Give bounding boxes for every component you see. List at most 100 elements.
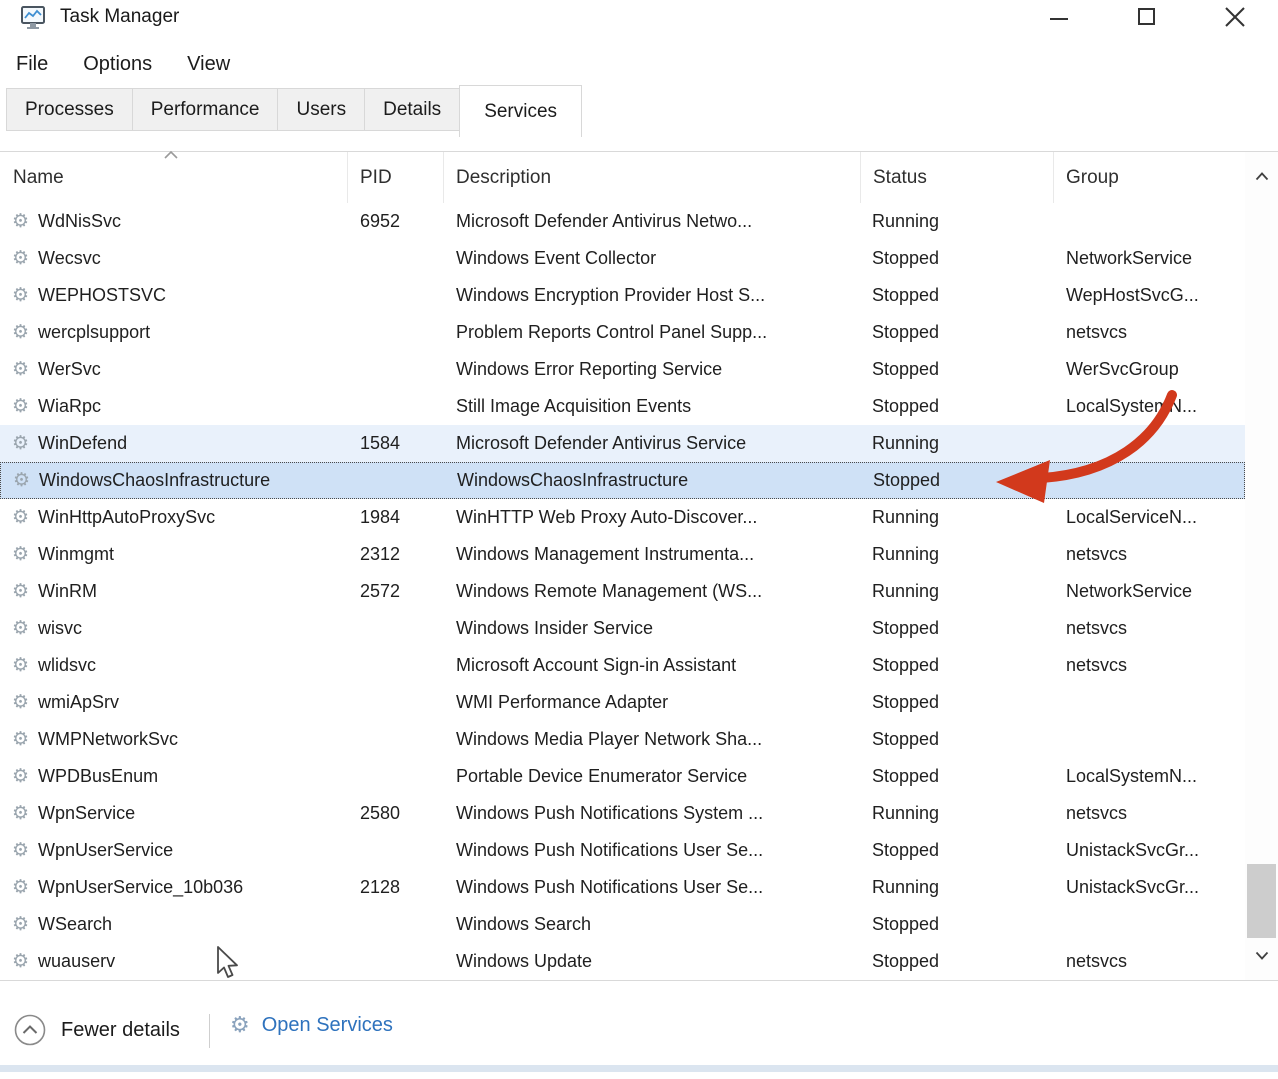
service-name: WdNisSvc	[38, 211, 121, 232]
gear-icon: ⚙	[12, 767, 29, 786]
gear-icon: ⚙	[12, 619, 29, 638]
table-row[interactable]: ⚙WMPNetworkSvc Windows Media Player Netw…	[0, 721, 1245, 758]
service-description: Still Image Acquisition Events	[443, 396, 860, 417]
gear-icon: ⚙	[12, 841, 29, 860]
service-name: WinHttpAutoProxySvc	[38, 507, 215, 528]
service-group: NetworkService	[1053, 248, 1245, 269]
service-name: WindowsChaosInfrastructure	[39, 470, 270, 491]
column-header-status[interactable]: Status	[860, 167, 1053, 189]
gear-icon: ⚙	[12, 656, 29, 675]
service-status: Stopped	[860, 396, 1053, 417]
column-header-group[interactable]: Group	[1053, 167, 1245, 189]
vertical-scrollbar[interactable]	[1245, 152, 1278, 980]
tab-services[interactable]: Services	[459, 85, 582, 137]
service-status: Running	[860, 433, 1053, 454]
table-row[interactable]: ⚙WindowsChaosInfrastructure WindowsChaos…	[0, 462, 1245, 499]
gear-icon: ⚙	[12, 434, 29, 453]
service-description: Windows Push Notifications User Se...	[443, 840, 860, 861]
tab-processes[interactable]: Processes	[6, 88, 133, 131]
service-description: Windows Insider Service	[443, 618, 860, 639]
chevron-up-circle-icon	[14, 1014, 46, 1046]
service-name: WinDefend	[38, 433, 127, 454]
service-pid: 2128	[347, 877, 443, 898]
gear-icon: ⚙	[12, 915, 29, 934]
menu-item-view[interactable]: View	[183, 51, 234, 78]
tab-users[interactable]: Users	[277, 88, 365, 131]
menu-item-file[interactable]: File	[12, 51, 52, 78]
service-description: Windows Management Instrumenta...	[443, 544, 860, 565]
title-bar: Task Manager	[0, 0, 1278, 40]
table-row[interactable]: ⚙WinRM 2572 Windows Remote Management (W…	[0, 573, 1245, 610]
gear-icon: ⚙	[12, 360, 29, 379]
service-description: Windows Search	[443, 914, 860, 935]
service-group: netsvcs	[1053, 544, 1245, 565]
table-row[interactable]: ⚙wmiApSrv WMI Performance Adapter Stoppe…	[0, 684, 1245, 721]
service-status: Running	[860, 544, 1053, 565]
column-header-description[interactable]: Description	[443, 167, 860, 189]
service-group: netsvcs	[1053, 803, 1245, 824]
service-group: netsvcs	[1053, 655, 1245, 676]
fewer-details-button[interactable]: Fewer details	[14, 1014, 180, 1046]
scroll-up-button[interactable]	[1245, 160, 1278, 193]
table-row[interactable]: ⚙WPDBusEnum Portable Device Enumerator S…	[0, 758, 1245, 795]
service-group: LocalSystemN...	[1053, 766, 1245, 787]
service-status: Running	[860, 803, 1053, 824]
scroll-down-button[interactable]	[1245, 939, 1278, 972]
service-group: NetworkService	[1053, 581, 1245, 602]
gear-icon: ⚙	[12, 804, 29, 823]
table-row[interactable]: ⚙WpnUserService_10b036 2128 Windows Push…	[0, 869, 1245, 906]
gear-icon: ⚙	[12, 582, 29, 601]
service-name: wuauserv	[38, 951, 115, 972]
table-row[interactable]: ⚙wisvc Windows Insider Service Stopped n…	[0, 610, 1245, 647]
table-row[interactable]: ⚙wlidsvc Microsoft Account Sign-in Assis…	[0, 647, 1245, 684]
table-row[interactable]: ⚙Winmgmt 2312 Windows Management Instrum…	[0, 536, 1245, 573]
table-row[interactable]: ⚙WinDefend 1584 Microsoft Defender Antiv…	[0, 425, 1245, 462]
service-description: Windows Media Player Network Sha...	[443, 729, 860, 750]
table-row[interactable]: ⚙Wecsvc Windows Event Collector Stopped …	[0, 240, 1245, 277]
gear-icon: ⚙	[12, 730, 29, 749]
service-name: Wecsvc	[38, 248, 101, 269]
scroll-down-icon	[1255, 951, 1269, 960]
window-bottom-edge	[0, 1065, 1278, 1072]
service-description: Microsoft Defender Antivirus Service	[443, 433, 860, 454]
scrollbar-thumb[interactable]	[1247, 864, 1276, 938]
tab-performance[interactable]: Performance	[132, 88, 279, 131]
table-header-row: NamePIDDescriptionStatusGroup	[0, 152, 1245, 203]
table-row[interactable]: ⚙WerSvc Windows Error Reporting Service …	[0, 351, 1245, 388]
table-row[interactable]: ⚙WpnService 2580 Windows Push Notificati…	[0, 795, 1245, 832]
table-row[interactable]: ⚙wuauserv Windows Update Stopped netsvcs	[0, 943, 1245, 980]
service-name: wmiApSrv	[38, 692, 119, 713]
service-group: LocalServiceN...	[1053, 507, 1245, 528]
table-row[interactable]: ⚙WinHttpAutoProxySvc 1984 WinHTTP Web Pr…	[0, 499, 1245, 536]
column-header-pid[interactable]: PID	[347, 167, 443, 189]
tab-strip: ProcessesPerformanceUsersDetailsServices	[6, 85, 582, 138]
service-status: Stopped	[860, 655, 1053, 676]
service-description: Windows Push Notifications User Se...	[443, 877, 860, 898]
table-row[interactable]: ⚙WpnUserService Windows Push Notificatio…	[0, 832, 1245, 869]
gear-icon: ⚙	[12, 286, 29, 305]
close-button[interactable]	[1204, 0, 1266, 34]
service-name: wlidsvc	[38, 655, 96, 676]
table-row[interactable]: ⚙wercplsupport Problem Reports Control P…	[0, 314, 1245, 351]
minimize-button[interactable]	[1028, 0, 1090, 34]
service-name: Winmgmt	[38, 544, 114, 565]
service-status: Stopped	[860, 285, 1053, 306]
window-title: Task Manager	[60, 6, 179, 28]
column-header-name[interactable]: Name	[0, 167, 347, 189]
table-row[interactable]: ⚙WEPHOSTSVC Windows Encryption Provider …	[0, 277, 1245, 314]
open-services-link[interactable]: ⚙ Open Services	[230, 1014, 393, 1037]
maximize-button[interactable]	[1116, 0, 1178, 34]
service-name: WpnUserService_10b036	[38, 877, 243, 898]
table-row[interactable]: ⚙WdNisSvc 6952 Microsoft Defender Antivi…	[0, 203, 1245, 240]
minimize-icon	[1046, 4, 1072, 30]
menu-item-options[interactable]: Options	[79, 51, 156, 78]
open-services-label: Open Services	[262, 1014, 393, 1037]
menu-bar: File Options View	[12, 48, 261, 80]
table-row[interactable]: ⚙WSearch Windows Search Stopped	[0, 906, 1245, 943]
task-manager-window: Task Manager File Options View ProcessesPe…	[0, 0, 1278, 1079]
table-row[interactable]: ⚙WiaRpc Still Image Acquisition Events S…	[0, 388, 1245, 425]
tab-details[interactable]: Details	[364, 88, 460, 131]
service-pid: 2580	[347, 803, 443, 824]
service-pid: 2572	[347, 581, 443, 602]
service-group: UnistackSvcGr...	[1053, 877, 1245, 898]
